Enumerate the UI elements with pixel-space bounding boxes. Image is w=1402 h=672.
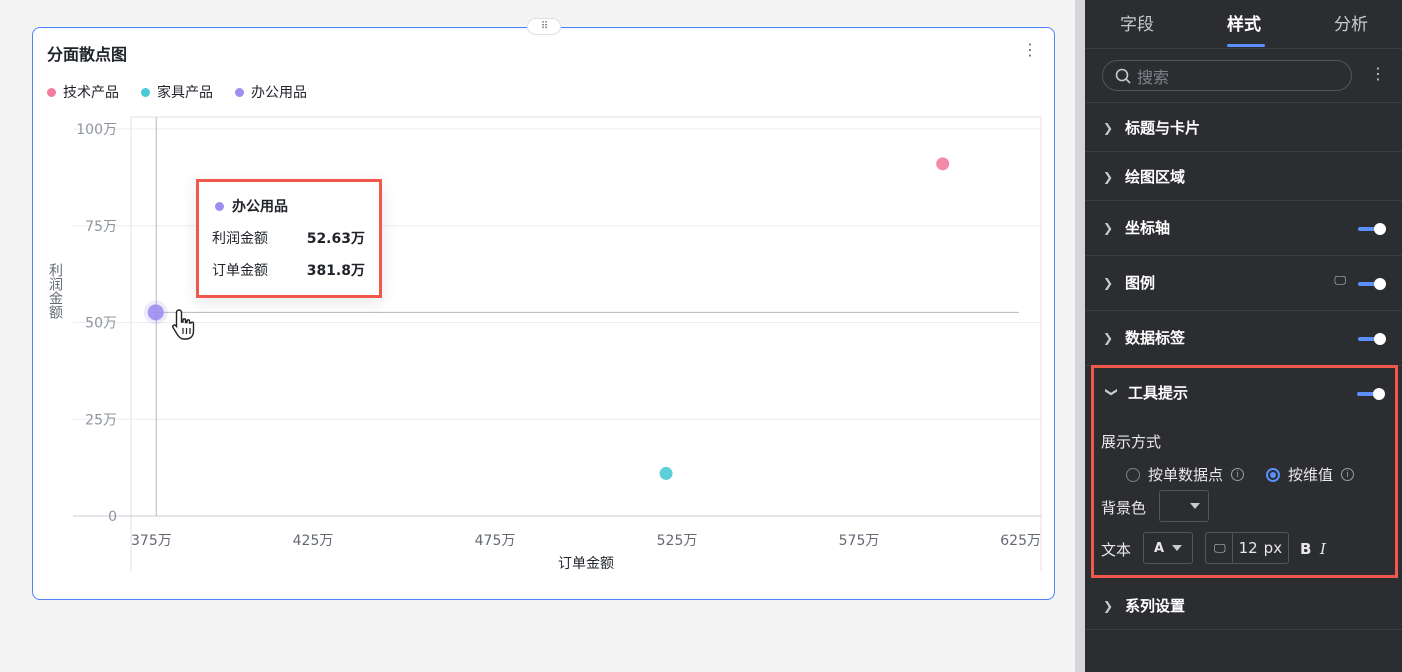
chevron-right-icon: ❯ bbox=[1103, 169, 1114, 184]
data-point bbox=[659, 466, 673, 480]
chevron-right-icon: ❯ bbox=[1103, 598, 1114, 613]
x-axis-title: 订单金额 bbox=[558, 556, 614, 572]
tooltip-header: 办公用品 bbox=[215, 196, 288, 216]
hand-cursor-icon bbox=[172, 309, 195, 340]
tab-analysis[interactable]: 分析 bbox=[1334, 10, 1368, 35]
tooltip-row-label: 订单金额 bbox=[212, 263, 268, 279]
chevron-right-icon: ❯ bbox=[1103, 120, 1114, 135]
section-title: 标题与卡片 bbox=[1125, 119, 1201, 137]
x-tick-label: 525万 bbox=[657, 533, 698, 549]
y-tick-label: 75万 bbox=[85, 219, 117, 235]
display-mode-label: 展示方式 bbox=[1101, 433, 1162, 451]
section-title: 工具提示 bbox=[1128, 384, 1189, 402]
font-size-unit: px bbox=[1263, 539, 1283, 557]
section-title: 系列设置 bbox=[1125, 597, 1186, 615]
x-tick-label: 625万 bbox=[1000, 533, 1041, 549]
radio-label: 按维值 bbox=[1288, 466, 1334, 484]
section-title: 数据标签 bbox=[1125, 329, 1186, 347]
tooltip-dot bbox=[215, 201, 224, 211]
tooltip-row-label: 利润金额 bbox=[212, 231, 268, 247]
radio-single-point[interactable]: 按单数据点 i bbox=[1126, 464, 1245, 485]
section-plot-area[interactable]: ❯ 绘图区域 bbox=[1085, 152, 1402, 201]
chevron-right-icon: ❯ bbox=[1103, 275, 1114, 290]
info-icon[interactable]: i bbox=[1341, 468, 1355, 481]
more-vertical-icon[interactable]: ⋮ bbox=[1370, 64, 1386, 83]
section-series[interactable]: ❯ 系列设置 bbox=[1085, 579, 1402, 630]
section-tooltip: ❯ 工具提示 展示方式 按单数据点 i 按维值 i 背景色 文本 A 🖵 12 bbox=[1091, 365, 1398, 578]
chart-tooltip: 办公用品 利润金额 52.63万 订单金额 381.8万 bbox=[196, 179, 382, 298]
active-tab-indicator bbox=[1227, 44, 1265, 47]
data-label-toggle[interactable] bbox=[1358, 333, 1386, 345]
data-point bbox=[936, 157, 950, 171]
section-header[interactable]: ❯ 坐标轴 bbox=[1103, 217, 1170, 238]
tooltip-title: 办公用品 bbox=[232, 199, 288, 215]
tab-style[interactable]: 样式 bbox=[1227, 10, 1261, 35]
search-input[interactable]: 搜索 bbox=[1102, 60, 1352, 91]
text-label: 文本 bbox=[1101, 541, 1132, 559]
data-point bbox=[147, 304, 164, 321]
section-header[interactable]: ❯ 数据标签 bbox=[1103, 327, 1185, 348]
tab-fields[interactable]: 字段 bbox=[1120, 10, 1154, 35]
search-placeholder: 搜索 bbox=[1137, 67, 1170, 87]
panel-splitter[interactable] bbox=[1075, 0, 1085, 672]
bg-color-picker[interactable] bbox=[1159, 490, 1209, 522]
section-title: 绘图区域 bbox=[1125, 168, 1186, 186]
section-header[interactable]: ❯ 标题与卡片 bbox=[1103, 117, 1200, 138]
y-tick-label: 25万 bbox=[85, 412, 117, 428]
section-title: 图例 bbox=[1125, 274, 1156, 292]
section-header[interactable]: ❯ 工具提示 bbox=[1105, 382, 1189, 403]
font-color-glyph: A bbox=[1153, 540, 1165, 556]
style-panel: 字段 样式 分析 搜索 ⋮ ❯ 标题与卡片 ❯ 绘图区域 ❯ 坐标轴 ❯ 图例 … bbox=[1085, 0, 1402, 672]
chevron-right-icon: ❯ bbox=[1103, 330, 1114, 345]
x-tick-label: 425万 bbox=[293, 533, 334, 549]
caret-down-icon bbox=[1172, 545, 1183, 551]
panel-tabs: 字段 样式 分析 bbox=[1085, 0, 1402, 49]
y-tick-label: 50万 bbox=[85, 316, 117, 332]
tooltip-toggle[interactable] bbox=[1357, 388, 1385, 400]
divider bbox=[1231, 533, 1233, 563]
tooltip-row-value: 52.63万 bbox=[306, 231, 365, 247]
x-tick-label: 575万 bbox=[839, 533, 880, 549]
bold-button[interactable]: B bbox=[1300, 540, 1311, 558]
section-header[interactable]: ❯ 系列设置 bbox=[1103, 595, 1185, 616]
y-axis-title: 利润金额 bbox=[47, 263, 63, 319]
search-icon bbox=[1115, 68, 1131, 84]
section-legend[interactable]: ❯ 图例 🖵 bbox=[1085, 256, 1402, 311]
info-icon[interactable]: i bbox=[1231, 468, 1245, 481]
caret-down-icon bbox=[1190, 503, 1200, 509]
section-header[interactable]: ❯ 绘图区域 bbox=[1103, 166, 1185, 187]
font-size-input[interactable]: 🖵 12 px bbox=[1205, 532, 1289, 564]
chevron-down-icon: ❯ bbox=[1105, 386, 1119, 397]
y-tick-label: 0 bbox=[108, 509, 117, 525]
italic-button[interactable]: I bbox=[1320, 540, 1326, 558]
tooltip-row-value: 381.8万 bbox=[306, 263, 365, 279]
tooltip-row: 利润金额 52.63万 bbox=[212, 228, 365, 248]
monitor-icon: 🖵 bbox=[1214, 540, 1226, 555]
font-color-picker[interactable]: A bbox=[1143, 532, 1193, 564]
radio-label: 按单数据点 bbox=[1148, 466, 1224, 484]
radio-dimension[interactable]: 按维值 i bbox=[1266, 464, 1355, 485]
radio-circle-selected[interactable] bbox=[1266, 467, 1280, 482]
axis-toggle[interactable] bbox=[1358, 223, 1386, 235]
section-header[interactable]: ❯ 图例 bbox=[1103, 272, 1155, 293]
chart-card[interactable]: ⠿ 分面散点图 ⋮ 技术产品 家具产品 办公用品 0 25万 50万 75万 100万 3… bbox=[32, 18, 1055, 600]
tooltip-row: 订单金额 381.8万 bbox=[212, 260, 365, 280]
font-size-value: 12 bbox=[1238, 539, 1258, 557]
bg-color-label: 背景色 bbox=[1101, 499, 1147, 517]
chevron-right-icon: ❯ bbox=[1103, 220, 1114, 235]
x-tick-label: 475万 bbox=[475, 533, 516, 549]
section-data-label[interactable]: ❯ 数据标签 bbox=[1085, 311, 1402, 366]
section-title-card[interactable]: ❯ 标题与卡片 bbox=[1085, 103, 1402, 152]
x-tick-label: 375万 bbox=[131, 533, 172, 549]
monitor-icon[interactable]: 🖵 bbox=[1334, 273, 1346, 288]
y-tick-label: 100万 bbox=[76, 122, 117, 138]
radio-circle[interactable] bbox=[1126, 467, 1140, 482]
section-axis[interactable]: ❯ 坐标轴 bbox=[1085, 201, 1402, 256]
legend-toggle[interactable] bbox=[1358, 278, 1386, 290]
section-title: 坐标轴 bbox=[1125, 219, 1171, 237]
